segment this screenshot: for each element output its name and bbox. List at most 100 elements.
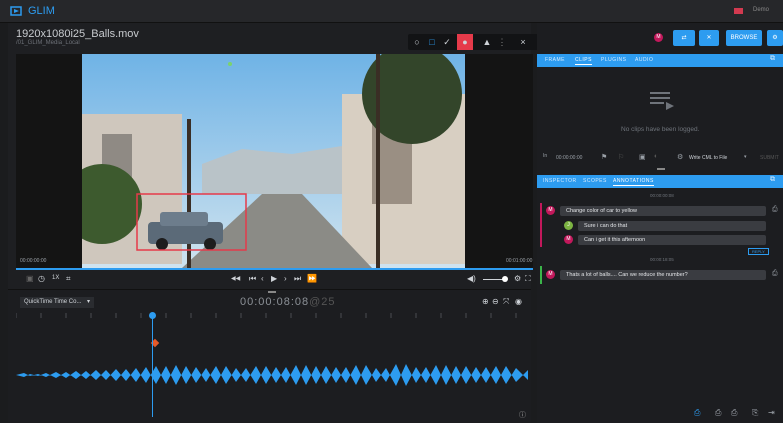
zoom-out-icon[interactable]: ⊖: [492, 297, 499, 306]
annotation-time: 00:00:00:08: [650, 193, 674, 198]
playhead-handle[interactable]: [149, 312, 156, 319]
flag-off-icon[interactable]: ⚐: [618, 153, 624, 161]
clips-empty-icon: [650, 92, 674, 110]
settings-icon[interactable]: ⚙: [514, 274, 521, 283]
annotation-marker: [540, 203, 542, 247]
prev-frame-icon[interactable]: ‹: [261, 274, 264, 283]
reply-text[interactable]: Can i get it this afternoon: [578, 235, 766, 245]
expand-icon[interactable]: ⧉: [770, 55, 776, 63]
video-frame[interactable]: [82, 54, 465, 268]
next-frame-icon[interactable]: ›: [284, 274, 287, 283]
cast-button[interactable]: ⇄: [673, 30, 695, 46]
play-button[interactable]: ▶: [271, 274, 277, 283]
reply-text[interactable]: Sure i can do that: [578, 221, 766, 231]
panel-drag-handle[interactable]: [268, 291, 276, 293]
cml-settings-icon[interactable]: ⚙: [677, 153, 683, 161]
timecode-main: 00:00:08:08: [240, 296, 310, 308]
view-icon[interactable]: ◉: [515, 297, 522, 306]
playback-progress-bar[interactable]: [16, 268, 533, 270]
tab-frame[interactable]: FRAME: [545, 57, 565, 63]
step-back-icon[interactable]: ⏮: [249, 274, 256, 284]
timeline-ruler[interactable]: [16, 313, 528, 327]
pen-tool-icon[interactable]: ✓: [440, 34, 454, 50]
annotation-avatar: M: [546, 270, 555, 279]
annotation-time: 00:00:18:05: [650, 257, 674, 262]
loop-icon[interactable]: ▣: [26, 274, 34, 283]
timeline-playhead[interactable]: [152, 313, 153, 417]
reply-button[interactable]: REPLY: [748, 248, 769, 255]
tab-clips[interactable]: CLIPS: [575, 57, 592, 65]
timecode-format-value: QuickTime Time Co...: [24, 299, 82, 305]
jump-forward-icon[interactable]: ⏩: [307, 274, 317, 283]
tab-audio[interactable]: AUDIO: [635, 57, 653, 63]
annotation-toolbar: ○ □ ✓ ● ▲ ⋮ ×: [408, 34, 538, 50]
flag-icon[interactable]: ⚑: [601, 153, 607, 161]
circle-tool-icon[interactable]: ○: [410, 34, 424, 50]
chevron-down-icon[interactable]: ▾: [744, 154, 747, 160]
settings-button[interactable]: ⚙: [767, 30, 783, 46]
close-button[interactable]: ✕: [699, 30, 719, 46]
color-swatch-icon[interactable]: ●: [457, 34, 473, 50]
frame-icon[interactable]: ▣: [639, 153, 646, 161]
toggle-icon[interactable]: ◐: [654, 153, 658, 160]
pointer-tool-icon[interactable]: ▲: [480, 34, 494, 50]
clips-empty-message: No clips have been logged.: [621, 126, 700, 133]
timecode-rate: @25: [309, 296, 336, 308]
in-timecode: 00:00:00:00: [556, 155, 583, 161]
annotation-avatar: M: [546, 206, 555, 215]
app-name: GLIM: [28, 5, 55, 17]
chevron-down-icon: ▾: [86, 299, 90, 305]
comment-icon[interactable]: ⎙: [772, 270, 778, 278]
browse-button[interactable]: BROWSE: [726, 30, 762, 46]
new-comment-icon[interactable]: ⎙: [731, 408, 737, 418]
step-forward-icon[interactable]: ⏭: [294, 274, 301, 284]
timeline-timecode: 00:00:08:08@25: [240, 296, 336, 308]
tab-scopes[interactable]: SCOPES: [583, 178, 607, 184]
speed-label[interactable]: 1X: [52, 275, 59, 281]
glim-logo-icon: [10, 6, 22, 16]
playback-controls: ▣ ◷ 1X ⌗ ◀◀ ⏮ ‹ ▶ › ⏭ ⏩ ◀) ⚙ ⛶: [16, 271, 533, 289]
annotation-marker: [540, 266, 542, 284]
annotation-view-icon[interactable]: ⎙: [694, 408, 700, 418]
inspector-tabbar: INSPECTOR SCOPES ANNOTATIONS ⧉: [537, 175, 783, 188]
rectangle-tool-icon[interactable]: □: [425, 34, 439, 50]
top-bar: [0, 0, 783, 23]
file-path: /01_GLIM_Media_Local: [16, 40, 80, 46]
in-label: In: [543, 153, 548, 159]
info-icon[interactable]: ⓘ: [519, 410, 526, 420]
timecode-format-select[interactable]: QuickTime Time Co... ▾: [20, 297, 94, 308]
jump-back-button[interactable]: ◀◀: [231, 275, 240, 282]
submit-button[interactable]: SUBMIT: [760, 155, 779, 161]
reply-avatar: J: [564, 221, 573, 230]
user-label[interactable]: Demo: [753, 7, 769, 13]
expand-icon[interactable]: ⧉: [770, 176, 776, 184]
reply-avatar: M: [564, 235, 573, 244]
start-timecode: 00:00:00:00: [20, 258, 47, 264]
tab-inspector[interactable]: INSPECTOR: [543, 178, 577, 184]
user-flag-icon: [734, 8, 743, 14]
comment-icon[interactable]: ⎙: [772, 206, 778, 214]
volume-handle[interactable]: [502, 276, 508, 282]
share-icon[interactable]: ⇥: [768, 408, 775, 417]
write-cml-select[interactable]: Write CML to File: [689, 155, 727, 161]
close-toolbar-button[interactable]: ×: [516, 34, 530, 50]
audio-waveform[interactable]: [16, 350, 528, 400]
annotation-text[interactable]: Change color of car to yellow: [560, 206, 766, 216]
export-icon[interactable]: ⎘: [752, 408, 758, 418]
more-tool-icon[interactable]: ⋮: [495, 34, 509, 50]
fit-icon[interactable]: ⌗: [66, 274, 71, 284]
annotation-text[interactable]: Thats a lot of balls.... Can we reduce t…: [560, 270, 766, 280]
end-timecode: 00:01:00:00: [506, 258, 533, 264]
comment-list-icon[interactable]: ⎙: [715, 408, 721, 418]
fit-timeline-icon[interactable]: ⤧: [503, 297, 509, 307]
fullscreen-icon[interactable]: ⛶: [525, 274, 531, 284]
file-title: 1920x1080i25_Balls.mov: [16, 28, 139, 40]
clips-tabbar: FRAME CLIPS PLUGINS AUDIO ⧉: [537, 54, 783, 67]
zoom-in-icon[interactable]: ⊕: [482, 297, 489, 306]
user-avatar[interactable]: M: [654, 33, 663, 42]
volume-icon[interactable]: ◀): [467, 274, 476, 283]
tab-plugins[interactable]: PLUGINS: [601, 57, 626, 63]
tab-annotations[interactable]: ANNOTATIONS: [613, 178, 654, 186]
panel-drag-handle[interactable]: [657, 168, 665, 170]
clock-icon[interactable]: ◷: [38, 274, 45, 283]
